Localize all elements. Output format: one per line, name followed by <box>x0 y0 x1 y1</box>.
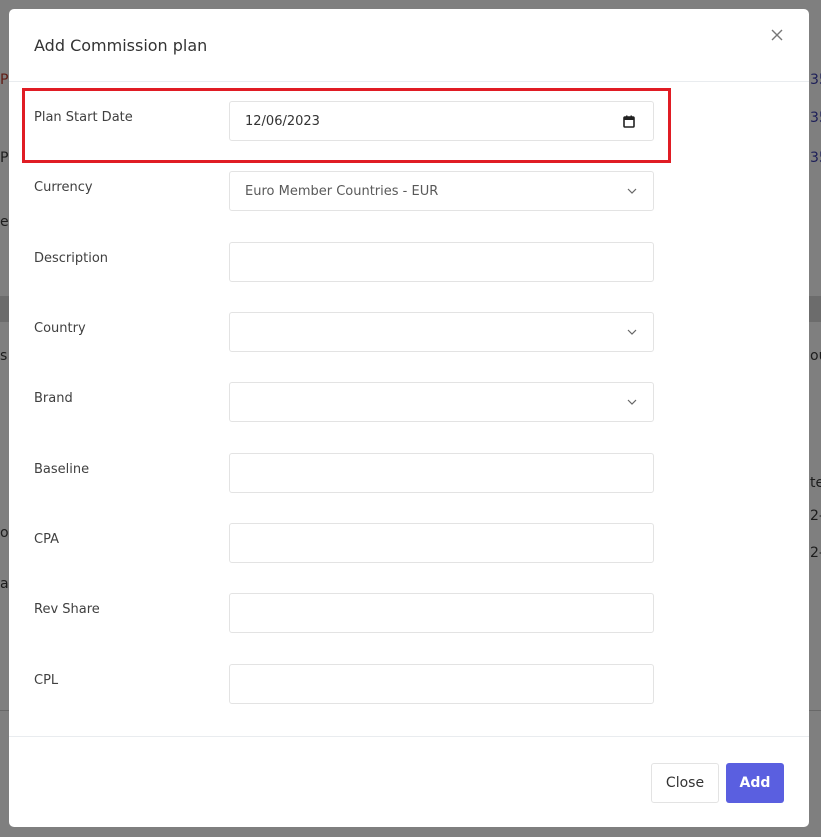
chevron-down-icon <box>625 184 639 198</box>
chevron-down-icon <box>625 395 639 409</box>
baseline-input[interactable] <box>229 453 654 493</box>
add-commission-plan-modal: Add Commission plan Plan Start Date 12/0… <box>9 9 809 827</box>
currency-value: Euro Member Countries - EUR <box>245 183 439 199</box>
cpa-label: CPA <box>34 532 59 547</box>
plan-start-date-input[interactable]: 12/06/2023 <box>229 101 654 141</box>
cpl-input[interactable] <box>229 664 654 704</box>
close-icon[interactable] <box>767 25 787 45</box>
modal-title: Add Commission plan <box>34 36 208 55</box>
chevron-down-icon <box>625 325 639 339</box>
modal-header: Add Commission plan <box>9 9 809 82</box>
description-input[interactable] <box>229 242 654 282</box>
form-row-cpa: CPA <box>9 523 809 576</box>
close-button[interactable]: Close <box>651 763 719 803</box>
cpa-input[interactable] <box>229 523 654 563</box>
brand-select[interactable] <box>229 382 654 422</box>
country-label: Country <box>34 321 86 336</box>
form-row-brand: Brand <box>9 382 809 435</box>
add-button[interactable]: Add <box>726 763 784 803</box>
modal-footer: Close Add <box>9 736 809 827</box>
brand-label: Brand <box>34 391 73 406</box>
form-row-cpl: CPL <box>9 664 809 717</box>
form-row-country: Country <box>9 312 809 365</box>
form-row-description: Description <box>9 242 809 295</box>
currency-select[interactable]: Euro Member Countries - EUR <box>229 171 654 211</box>
rev-share-label: Rev Share <box>34 602 100 617</box>
description-label: Description <box>34 251 109 266</box>
currency-label: Currency <box>34 180 93 195</box>
form-row-plan-start-date: Plan Start Date 12/06/2023 <box>9 101 809 154</box>
rev-share-input[interactable] <box>229 593 654 633</box>
plan-start-date-label: Plan Start Date <box>34 110 133 125</box>
cpl-label: CPL <box>34 673 59 688</box>
calendar-icon[interactable] <box>622 114 636 128</box>
form-row-rev-share: Rev Share <box>9 593 809 646</box>
country-select[interactable] <box>229 312 654 352</box>
plan-start-date-value: 12/06/2023 <box>245 113 320 129</box>
baseline-label: Baseline <box>34 462 90 477</box>
form-row-baseline: Baseline <box>9 453 809 506</box>
form-row-currency: Currency Euro Member Countries - EUR <box>9 171 809 224</box>
